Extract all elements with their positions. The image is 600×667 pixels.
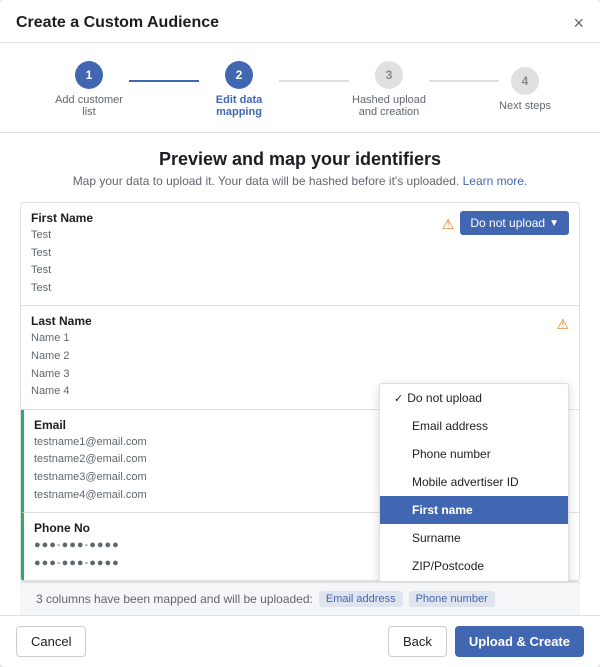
warning-icon-lastname: ⚠ [556, 316, 569, 333]
content-subtitle: Map your data to upload it. Your data wi… [20, 174, 580, 188]
dropdown-menu: ✓ Do not upload Email address Phone numb… [379, 383, 569, 582]
warning-icon-firstname: ⚠ [442, 216, 455, 233]
step-connector-1 [129, 80, 199, 82]
dropdown-item-zip[interactable]: ZIP/Postcode [380, 552, 568, 580]
content-title: Preview and map your identifiers [20, 149, 580, 170]
tag-phone: Phone number [409, 591, 495, 607]
modal-title: Create a Custom Audience [16, 14, 219, 32]
learn-more-link[interactable]: Learn more. [463, 174, 528, 188]
upload-create-button[interactable]: Upload & Create [455, 626, 584, 657]
cancel-button[interactable]: Cancel [16, 626, 86, 657]
step-4: 4 Next steps [499, 67, 551, 112]
step-3-circle: 3 [375, 61, 403, 89]
dropdown-item-phone[interactable]: Phone number [380, 440, 568, 468]
modal: Create a Custom Audience × 1 Add custome… [0, 0, 600, 667]
step-2: 2 Edit data mapping [199, 61, 279, 118]
dropdown-item-firstname[interactable]: First name [380, 496, 568, 524]
dropdown-btn-label: Do not upload [470, 216, 545, 230]
step-connector-2 [279, 80, 349, 82]
dropdown-item-email[interactable]: Email address [380, 412, 568, 440]
chevron-down-icon: ▼ [549, 218, 559, 229]
step-2-label: Edit data mapping [199, 94, 279, 118]
modal-footer: Cancel Back Upload & Create [0, 615, 600, 667]
step-4-circle: 4 [511, 67, 539, 95]
row-name-lastname: Last Name [31, 314, 556, 328]
footer-bar-text: 3 columns have been mapped and will be u… [36, 592, 313, 606]
data-row-firstname: First Name TestTestTestTest ⚠ Do not upl… [21, 203, 579, 306]
step-4-label: Next steps [499, 100, 551, 112]
dropdown-btn-firstname[interactable]: Do not upload ▼ [460, 211, 569, 235]
row-values-firstname: TestTestTestTest [31, 227, 442, 297]
back-button[interactable]: Back [388, 626, 447, 657]
step-3-label: Hashed upload and creation [349, 94, 429, 118]
tag-email: Email address [319, 591, 403, 607]
close-button[interactable]: × [573, 14, 584, 32]
step-3: 3 Hashed upload and creation [349, 61, 429, 118]
modal-header: Create a Custom Audience × [0, 0, 600, 43]
step-connector-3 [429, 80, 499, 82]
dropdown-item-city[interactable]: City [380, 580, 568, 582]
mapping-area: First Name TestTestTestTest ⚠ Do not upl… [20, 202, 580, 582]
row-name-firstname: First Name [31, 211, 442, 225]
step-2-circle: 2 [225, 61, 253, 89]
footer-bar: 3 columns have been mapped and will be u… [20, 582, 580, 615]
step-1-circle: 1 [75, 61, 103, 89]
content-area: Preview and map your identifiers Map you… [0, 133, 600, 615]
dropdown-item-do-not-upload[interactable]: ✓ Do not upload [380, 384, 568, 412]
stepper: 1 Add customer list 2 Edit data mapping … [0, 43, 600, 133]
dropdown-item-surname[interactable]: Surname [380, 524, 568, 552]
step-1: 1 Add customer list [49, 61, 129, 118]
dropdown-item-mobile-advertiser[interactable]: Mobile advertiser ID [380, 468, 568, 496]
step-1-label: Add customer list [49, 94, 129, 118]
check-mark-icon: ✓ [394, 392, 403, 405]
